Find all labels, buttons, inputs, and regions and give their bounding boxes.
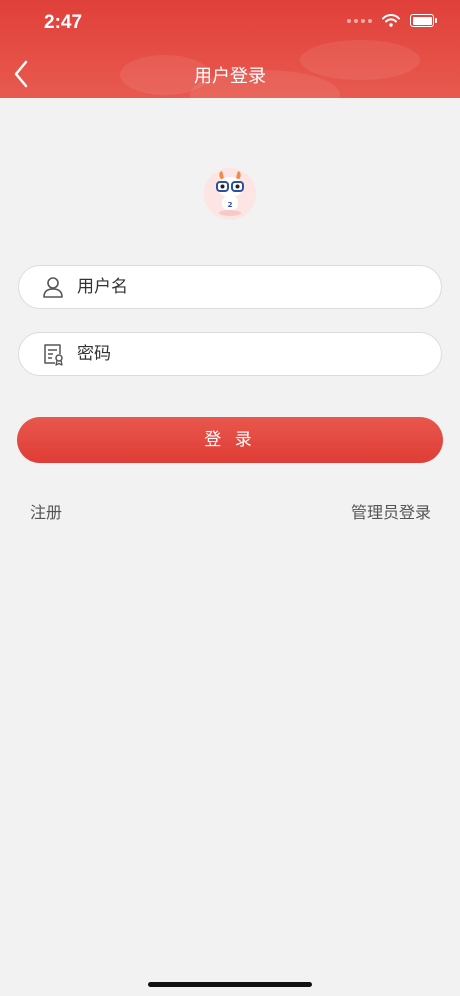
svg-text:2: 2 [228,201,233,209]
login-button[interactable]: 登 录 [17,417,443,463]
page-title: 用户登录 [194,66,266,87]
register-link[interactable]: 注册 [30,499,62,523]
admin-login-link[interactable]: 管理员登录 [351,499,431,523]
password-field[interactable] [18,332,442,376]
signal-icon [347,18,372,23]
status-time: 2:47 [44,12,83,33]
avatar: 2 [204,168,256,220]
status-icons [347,14,437,27]
username-input[interactable] [75,276,399,298]
password-certificate-icon [41,342,65,366]
username-field[interactable] [18,265,442,309]
user-icon [41,275,65,299]
mascot-logo: 2 [204,168,256,220]
password-input[interactable] [75,343,399,365]
battery-icon [410,14,437,27]
header-bar: 2:47 用户登录 [0,0,460,98]
wifi-icon [382,14,400,27]
home-indicator [148,982,312,987]
